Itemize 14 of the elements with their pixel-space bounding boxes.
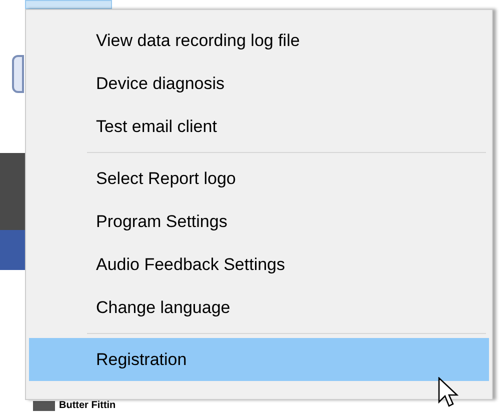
menu-item[interactable]: Select Report logo bbox=[29, 157, 489, 200]
menu-item[interactable]: View data recording log file bbox=[29, 19, 489, 62]
mouse-cursor-icon bbox=[438, 377, 459, 408]
menu-item[interactable]: Change language bbox=[29, 286, 489, 329]
menu-header-highlight[interactable] bbox=[25, 0, 112, 9]
menu-item[interactable]: Registration bbox=[29, 338, 489, 381]
menu-item[interactable]: Audio Feedback Settings bbox=[29, 243, 489, 286]
color-swatch-icon bbox=[33, 401, 55, 411]
menu-item[interactable]: Device diagnosis bbox=[29, 62, 489, 105]
menu-item[interactable]: Program Settings bbox=[29, 200, 489, 243]
toolbar-button-edge bbox=[12, 55, 24, 93]
background-label: Butter Fittin bbox=[59, 401, 116, 411]
menu-item[interactable]: Test email client bbox=[29, 105, 489, 148]
header-bar bbox=[0, 230, 25, 270]
